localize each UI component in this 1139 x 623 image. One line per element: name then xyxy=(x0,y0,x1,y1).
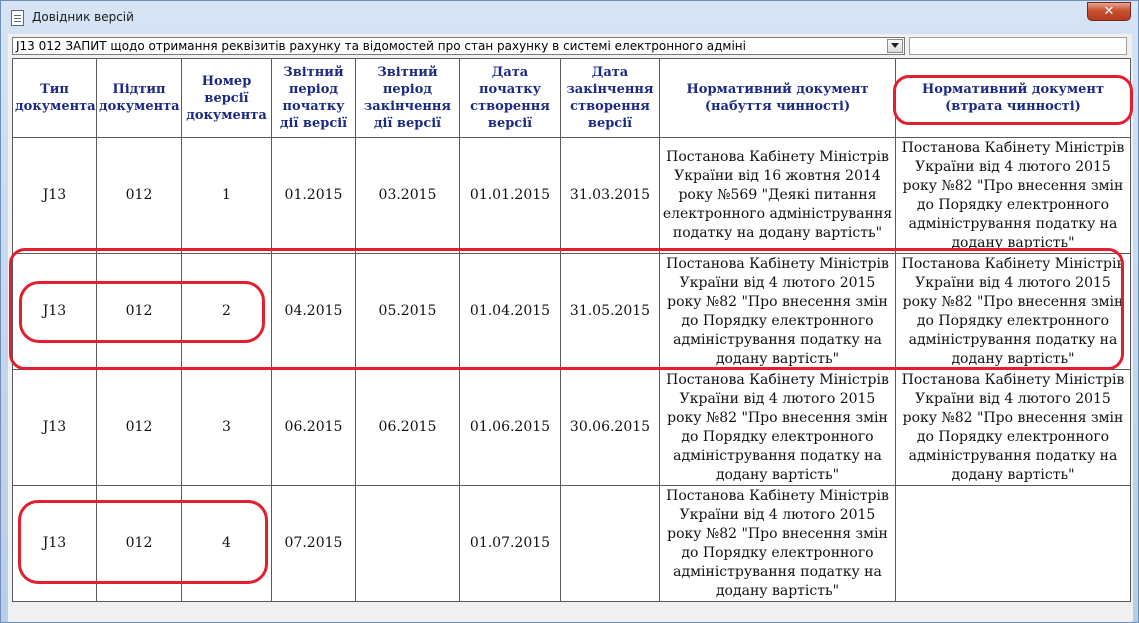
cell-type[interactable]: J13 xyxy=(12,137,97,254)
cell-period-end[interactable] xyxy=(355,485,460,602)
column-header-period-end[interactable]: Звітний період закінчення дії версії xyxy=(355,58,460,138)
column-header-doc-out[interactable]: Нормативний документ (втрата чинності) xyxy=(895,58,1131,138)
column-header-period-start[interactable]: Звітний період початку дії версії xyxy=(271,58,356,138)
cell-doc-out[interactable]: Постанова Кабінету Міністрів України від… xyxy=(895,253,1131,370)
title-bar[interactable]: Довідник версій ✕ xyxy=(1,1,1138,33)
column-header-date-start[interactable]: Дата початку створення версії xyxy=(459,58,561,138)
dialog-content: J13 012 ЗАПИТ щодо отримання реквізитів … xyxy=(8,34,1133,622)
close-icon: ✕ xyxy=(1103,4,1115,19)
cell-doc-out[interactable]: Постанова Кабінету Міністрів України від… xyxy=(895,369,1131,486)
column-header-type[interactable]: Тип документа xyxy=(12,58,97,138)
cell-version[interactable]: 2 xyxy=(181,253,272,370)
cell-version[interactable]: 1 xyxy=(181,137,272,254)
cell-doc-in[interactable]: Постанова Кабінету Міністрів України від… xyxy=(659,137,896,254)
cell-doc-in[interactable]: Постанова Кабінету Міністрів України від… xyxy=(659,253,896,370)
cell-period-end[interactable]: 06.2015 xyxy=(355,369,460,486)
table-row[interactable]: J13 012 3 06.2015 06.2015 01.06.2015 30.… xyxy=(12,369,1131,486)
table-row[interactable]: J13 012 2 04.2015 05.2015 01.04.2015 31.… xyxy=(12,253,1131,370)
table-header-row: Тип документа Підтип документа Номер вер… xyxy=(12,58,1131,138)
cell-subtype[interactable]: 012 xyxy=(96,485,182,602)
versions-table: Тип документа Підтип документа Номер вер… xyxy=(12,58,1131,602)
cell-type[interactable]: J13 xyxy=(12,369,97,486)
cell-date-start[interactable]: 01.04.2015 xyxy=(459,253,561,370)
cell-doc-out[interactable] xyxy=(895,485,1131,602)
cell-period-end[interactable]: 03.2015 xyxy=(355,137,460,254)
cell-subtype[interactable]: 012 xyxy=(96,137,182,254)
cell-version[interactable]: 3 xyxy=(181,369,272,486)
cell-date-end[interactable]: 31.05.2015 xyxy=(560,253,660,370)
cell-date-start[interactable]: 01.06.2015 xyxy=(459,369,561,486)
document-select[interactable]: J13 012 ЗАПИТ щодо отримання реквізитів … xyxy=(12,37,905,55)
cell-period-start[interactable]: 07.2015 xyxy=(271,485,356,602)
document-select-value: J13 012 ЗАПИТ щодо отримання реквізитів … xyxy=(16,39,746,53)
versions-dialog-window: Довідник версій ✕ J13 012 ЗАПИТ щодо отр… xyxy=(0,0,1139,623)
cell-version[interactable]: 4 xyxy=(181,485,272,602)
cell-date-end[interactable]: 31.03.2015 xyxy=(560,137,660,254)
column-header-date-end[interactable]: Дата закінчення створення версії xyxy=(560,58,660,138)
column-header-version[interactable]: Номер версії документа xyxy=(181,58,272,138)
document-icon xyxy=(11,10,24,26)
extra-field[interactable] xyxy=(909,37,1127,55)
column-header-doc-in[interactable]: Нормативний документ (набуття чинності) xyxy=(659,58,896,138)
cell-period-start[interactable]: 06.2015 xyxy=(271,369,356,486)
cell-date-end[interactable] xyxy=(560,485,660,602)
cell-date-start[interactable]: 01.07.2015 xyxy=(459,485,561,602)
table-row[interactable]: J13 012 4 07.2015 01.07.2015 Постанова К… xyxy=(12,485,1131,602)
cell-type[interactable]: J13 xyxy=(12,485,97,602)
column-header-subtype[interactable]: Підтип документа xyxy=(96,58,182,138)
cell-subtype[interactable]: 012 xyxy=(96,369,182,486)
cell-period-start[interactable]: 04.2015 xyxy=(271,253,356,370)
cell-doc-in[interactable]: Постанова Кабінету Міністрів України від… xyxy=(659,369,896,486)
vertical-scrollbar[interactable] xyxy=(1131,58,1133,621)
cell-subtype[interactable]: 012 xyxy=(96,253,182,370)
window-title: Довідник версій xyxy=(32,10,134,24)
table-row[interactable]: J13 012 1 01.2015 03.2015 01.01.2015 31.… xyxy=(12,137,1131,254)
cell-period-start[interactable]: 01.2015 xyxy=(271,137,356,254)
chevron-down-icon[interactable] xyxy=(887,39,903,53)
cell-doc-out[interactable]: Постанова Кабінету Міністрів України від… xyxy=(895,137,1131,254)
close-button[interactable]: ✕ xyxy=(1087,2,1131,21)
cell-date-end[interactable]: 30.06.2015 xyxy=(560,369,660,486)
cell-type[interactable]: J13 xyxy=(12,253,97,370)
cell-doc-in[interactable]: Постанова Кабінету Міністрів України від… xyxy=(659,485,896,602)
cell-date-start[interactable]: 01.01.2015 xyxy=(459,137,561,254)
cell-period-end[interactable]: 05.2015 xyxy=(355,253,460,370)
